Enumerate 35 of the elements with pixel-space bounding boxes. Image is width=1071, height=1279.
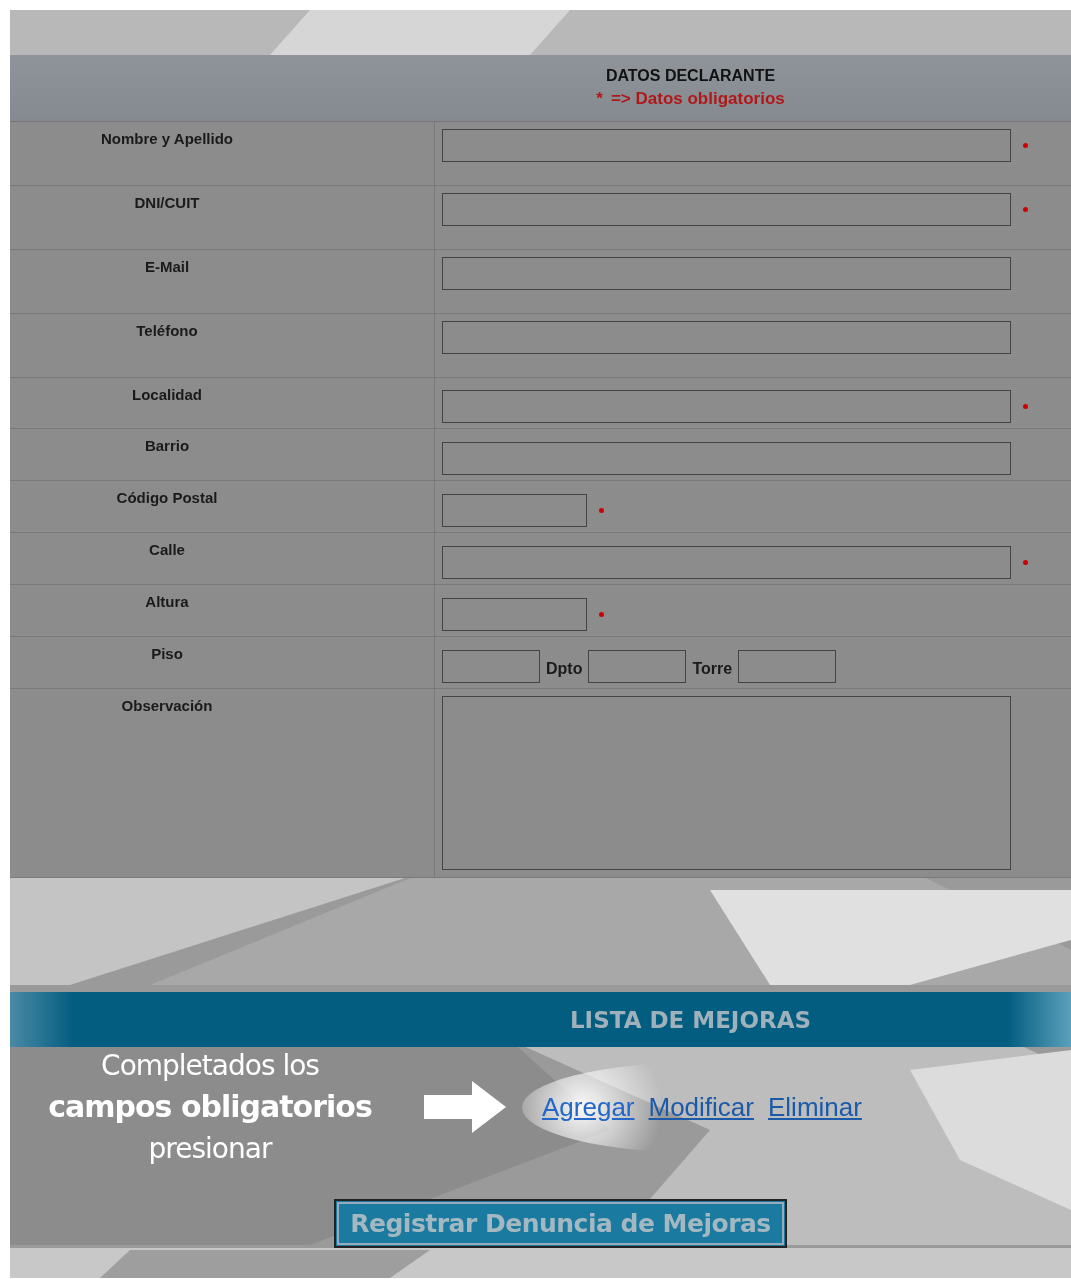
instruction-text: Completados los campos obligatorios presionar [47,1048,373,1167]
input-field[interactable] [442,193,1011,226]
form-title: DATOS DECLARANTE [605,67,776,85]
field-label: Teléfono [10,314,435,377]
input-field[interactable] [738,649,837,683]
input-field[interactable] [588,649,687,683]
field-label: Código Postal [10,481,435,532]
input-field[interactable] [442,545,1011,579]
field-label: Piso [10,637,435,688]
field-label: Observación [10,689,435,877]
field-label: Altura [10,585,435,636]
register-button[interactable]: Registrar Denuncia de Mejoras [334,1199,787,1248]
action-link[interactable]: Agregar [542,1091,635,1123]
input-field[interactable] [442,321,1011,354]
field-label: Localidad [10,378,435,428]
input-field[interactable] [442,597,587,631]
action-link[interactable]: Modificar [648,1091,754,1123]
required-note: => Datos obligatorios [610,89,785,109]
arrow-icon [424,1081,506,1133]
input-field[interactable] [442,441,1011,475]
input-field[interactable] [442,390,1011,423]
field-label: Barrio [10,429,435,480]
field-label: Nombre y Apellido [10,122,435,185]
input-field[interactable] [442,129,1011,162]
input-field[interactable] [442,649,540,683]
action-link[interactable]: Eliminar [768,1091,862,1123]
input-field[interactable] [442,257,1011,290]
field-label: Torre [692,660,733,678]
input-field[interactable] [442,493,587,527]
field-label: Dpto [546,660,583,678]
field-label: Calle [10,533,435,584]
field-label: DNI/CUIT [10,186,435,249]
section-header: LISTA DE MEJORAS [10,992,1071,1047]
field-label: E-Mail [10,250,435,313]
asterisk-mark: * [596,89,603,109]
